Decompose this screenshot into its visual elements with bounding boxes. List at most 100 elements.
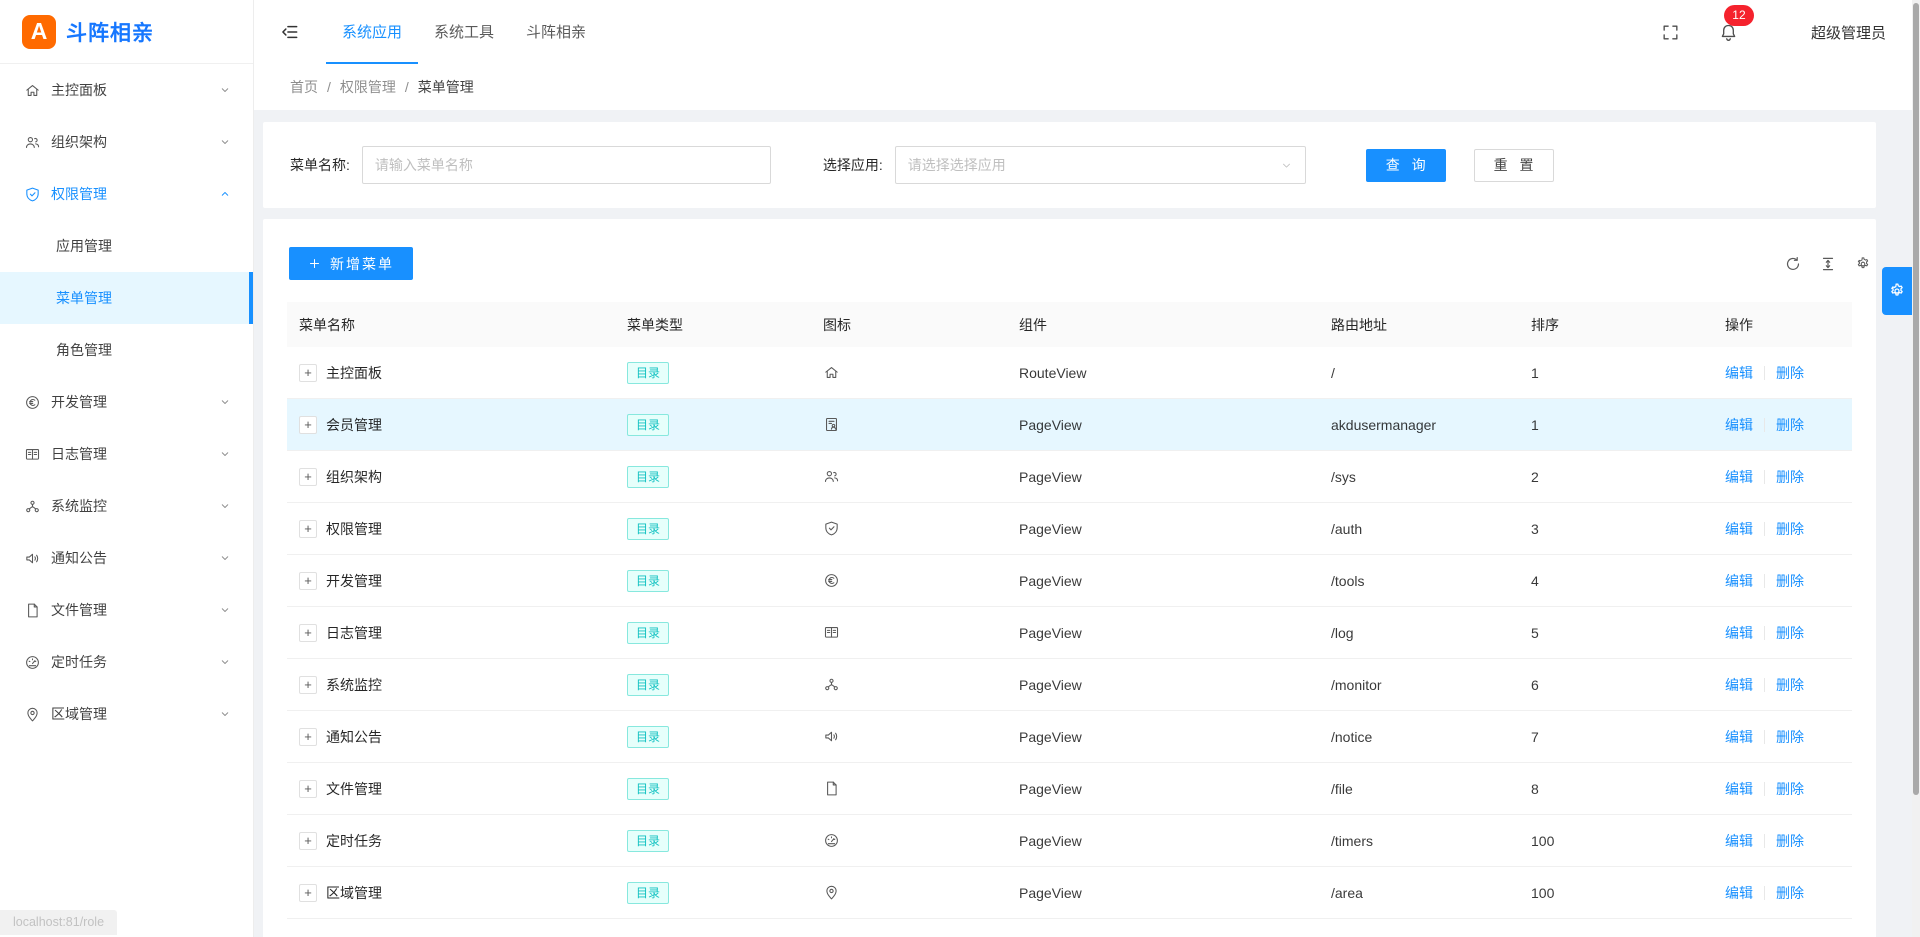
sidebar-item-组织架构[interactable]: 组织架构	[0, 116, 253, 168]
theme-setting-button[interactable]	[1882, 267, 1912, 315]
notification-bell[interactable]: 12	[1718, 21, 1739, 44]
page-scrollbar[interactable]	[1912, 0, 1920, 937]
breadcrumb-item-权限管理[interactable]: 权限管理	[340, 77, 396, 97]
breadcrumb-separator: /	[327, 79, 331, 95]
dashboard-icon	[823, 832, 840, 849]
plus-icon	[308, 257, 321, 270]
delete-link[interactable]: 删除	[1776, 727, 1804, 747]
row-menu-name: 通知公告	[326, 727, 382, 747]
app-select[interactable]: 请选择选择应用	[895, 146, 1306, 184]
scrollbar-thumb[interactable]	[1913, 3, 1919, 795]
environment-icon	[24, 706, 41, 723]
edit-link[interactable]: 编辑	[1725, 727, 1753, 747]
breadcrumb-item-首页[interactable]: 首页	[290, 77, 318, 97]
row-expand-button[interactable]: +	[299, 832, 317, 850]
row-height-icon[interactable]	[1819, 255, 1837, 273]
row-expand-button[interactable]: +	[299, 884, 317, 902]
delete-link[interactable]: 删除	[1776, 519, 1804, 539]
sidebar-subitem-角色管理[interactable]: 角色管理	[0, 324, 253, 376]
search-button[interactable]: 查 询	[1366, 149, 1446, 182]
edit-link[interactable]: 编辑	[1725, 519, 1753, 539]
menu-name-input[interactable]	[362, 146, 771, 184]
row-expand-button[interactable]: +	[299, 572, 317, 590]
edit-link[interactable]: 编辑	[1725, 571, 1753, 591]
fullscreen-icon[interactable]	[1661, 23, 1680, 42]
action-divider	[1764, 626, 1765, 640]
logo[interactable]: A 斗阵相亲	[0, 0, 253, 64]
row-expand-button[interactable]: +	[299, 780, 317, 798]
cell-sort: 1	[1519, 417, 1713, 433]
cell-menu-name: +权限管理	[287, 519, 615, 539]
sidebar-item-文件管理[interactable]: 文件管理	[0, 584, 253, 636]
delete-link[interactable]: 删除	[1776, 571, 1804, 591]
delete-link[interactable]: 删除	[1776, 467, 1804, 487]
edit-link[interactable]: 编辑	[1725, 467, 1753, 487]
cell-component: PageView	[1007, 833, 1319, 849]
row-expand-button[interactable]: +	[299, 520, 317, 538]
type-badge: 目录	[627, 882, 669, 904]
reset-button[interactable]: 重 置	[1474, 149, 1554, 182]
tab-系统工具[interactable]: 系统工具	[418, 0, 510, 64]
cell-path: /monitor	[1319, 677, 1519, 693]
menu-fold-icon[interactable]	[280, 22, 300, 42]
sidebar-item-区域管理[interactable]: 区域管理	[0, 688, 253, 740]
tab-系统应用[interactable]: 系统应用	[326, 0, 418, 64]
edit-link[interactable]: 编辑	[1725, 779, 1753, 799]
cell-icon	[811, 884, 1007, 901]
sidebar-item-日志管理[interactable]: 日志管理	[0, 428, 253, 480]
chevron-down-icon	[219, 604, 231, 616]
row-expand-button[interactable]: +	[299, 676, 317, 694]
cell-component: PageView	[1007, 417, 1319, 433]
delete-link[interactable]: 删除	[1776, 363, 1804, 383]
action-divider	[1764, 886, 1765, 900]
topbar-right: 12 超级管理员	[1661, 21, 1886, 44]
edit-link[interactable]: 编辑	[1725, 831, 1753, 851]
delete-link[interactable]: 删除	[1776, 779, 1804, 799]
delete-link[interactable]: 删除	[1776, 675, 1804, 695]
sidebar-subitem-菜单管理[interactable]: 菜单管理	[0, 272, 253, 324]
breadcrumb: 首页/权限管理/菜单管理	[254, 64, 1920, 110]
cell-menu-type: 目录	[615, 466, 811, 488]
delete-link[interactable]: 删除	[1776, 883, 1804, 903]
home-icon	[24, 82, 41, 99]
table-row: +组织架构目录PageView/sys2编辑删除	[287, 451, 1852, 503]
column-setting-icon[interactable]	[1854, 255, 1872, 273]
table-row: +权限管理目录PageView/auth3编辑删除	[287, 503, 1852, 555]
sidebar-item-通知公告[interactable]: 通知公告	[0, 532, 253, 584]
edit-link[interactable]: 编辑	[1725, 623, 1753, 643]
delete-link[interactable]: 删除	[1776, 831, 1804, 851]
row-menu-name: 日志管理	[326, 623, 382, 643]
sidebar-item-主控面板[interactable]: 主控面板	[0, 64, 253, 116]
edit-link[interactable]: 编辑	[1725, 883, 1753, 903]
sidebar-subitem-应用管理[interactable]: 应用管理	[0, 220, 253, 272]
edit-link[interactable]: 编辑	[1725, 415, 1753, 435]
delete-link[interactable]: 删除	[1776, 415, 1804, 435]
sidebar-item-开发管理[interactable]: 开发管理	[0, 376, 253, 428]
cell-component: PageView	[1007, 469, 1319, 485]
safety-icon	[823, 520, 840, 537]
row-expand-button[interactable]: +	[299, 364, 317, 382]
cell-icon	[811, 780, 1007, 797]
cell-component: RouteView	[1007, 365, 1319, 381]
row-expand-button[interactable]: +	[299, 468, 317, 486]
environment-icon	[823, 884, 840, 901]
user-name[interactable]: 超级管理员	[1811, 22, 1886, 43]
row-expand-button[interactable]: +	[299, 728, 317, 746]
refresh-icon[interactable]	[1784, 255, 1802, 273]
row-expand-button[interactable]: +	[299, 416, 317, 434]
sidebar-item-定时任务[interactable]: 定时任务	[0, 636, 253, 688]
edit-link[interactable]: 编辑	[1725, 363, 1753, 383]
row-expand-button[interactable]: +	[299, 624, 317, 642]
action-divider	[1764, 366, 1765, 380]
delete-link[interactable]: 删除	[1776, 623, 1804, 643]
sidebar-item-权限管理[interactable]: 权限管理	[0, 168, 253, 220]
tab-斗阵相亲[interactable]: 斗阵相亲	[510, 0, 602, 64]
read-icon	[24, 446, 41, 463]
cell-path: /timers	[1319, 833, 1519, 849]
sidebar-item-系统监控[interactable]: 系统监控	[0, 480, 253, 532]
edit-link[interactable]: 编辑	[1725, 675, 1753, 695]
menu-name-filter: 菜单名称:	[290, 146, 771, 184]
chevron-down-icon	[219, 396, 231, 408]
row-sort: 100	[1531, 885, 1554, 901]
add-menu-button[interactable]: 新增菜单	[289, 247, 413, 280]
